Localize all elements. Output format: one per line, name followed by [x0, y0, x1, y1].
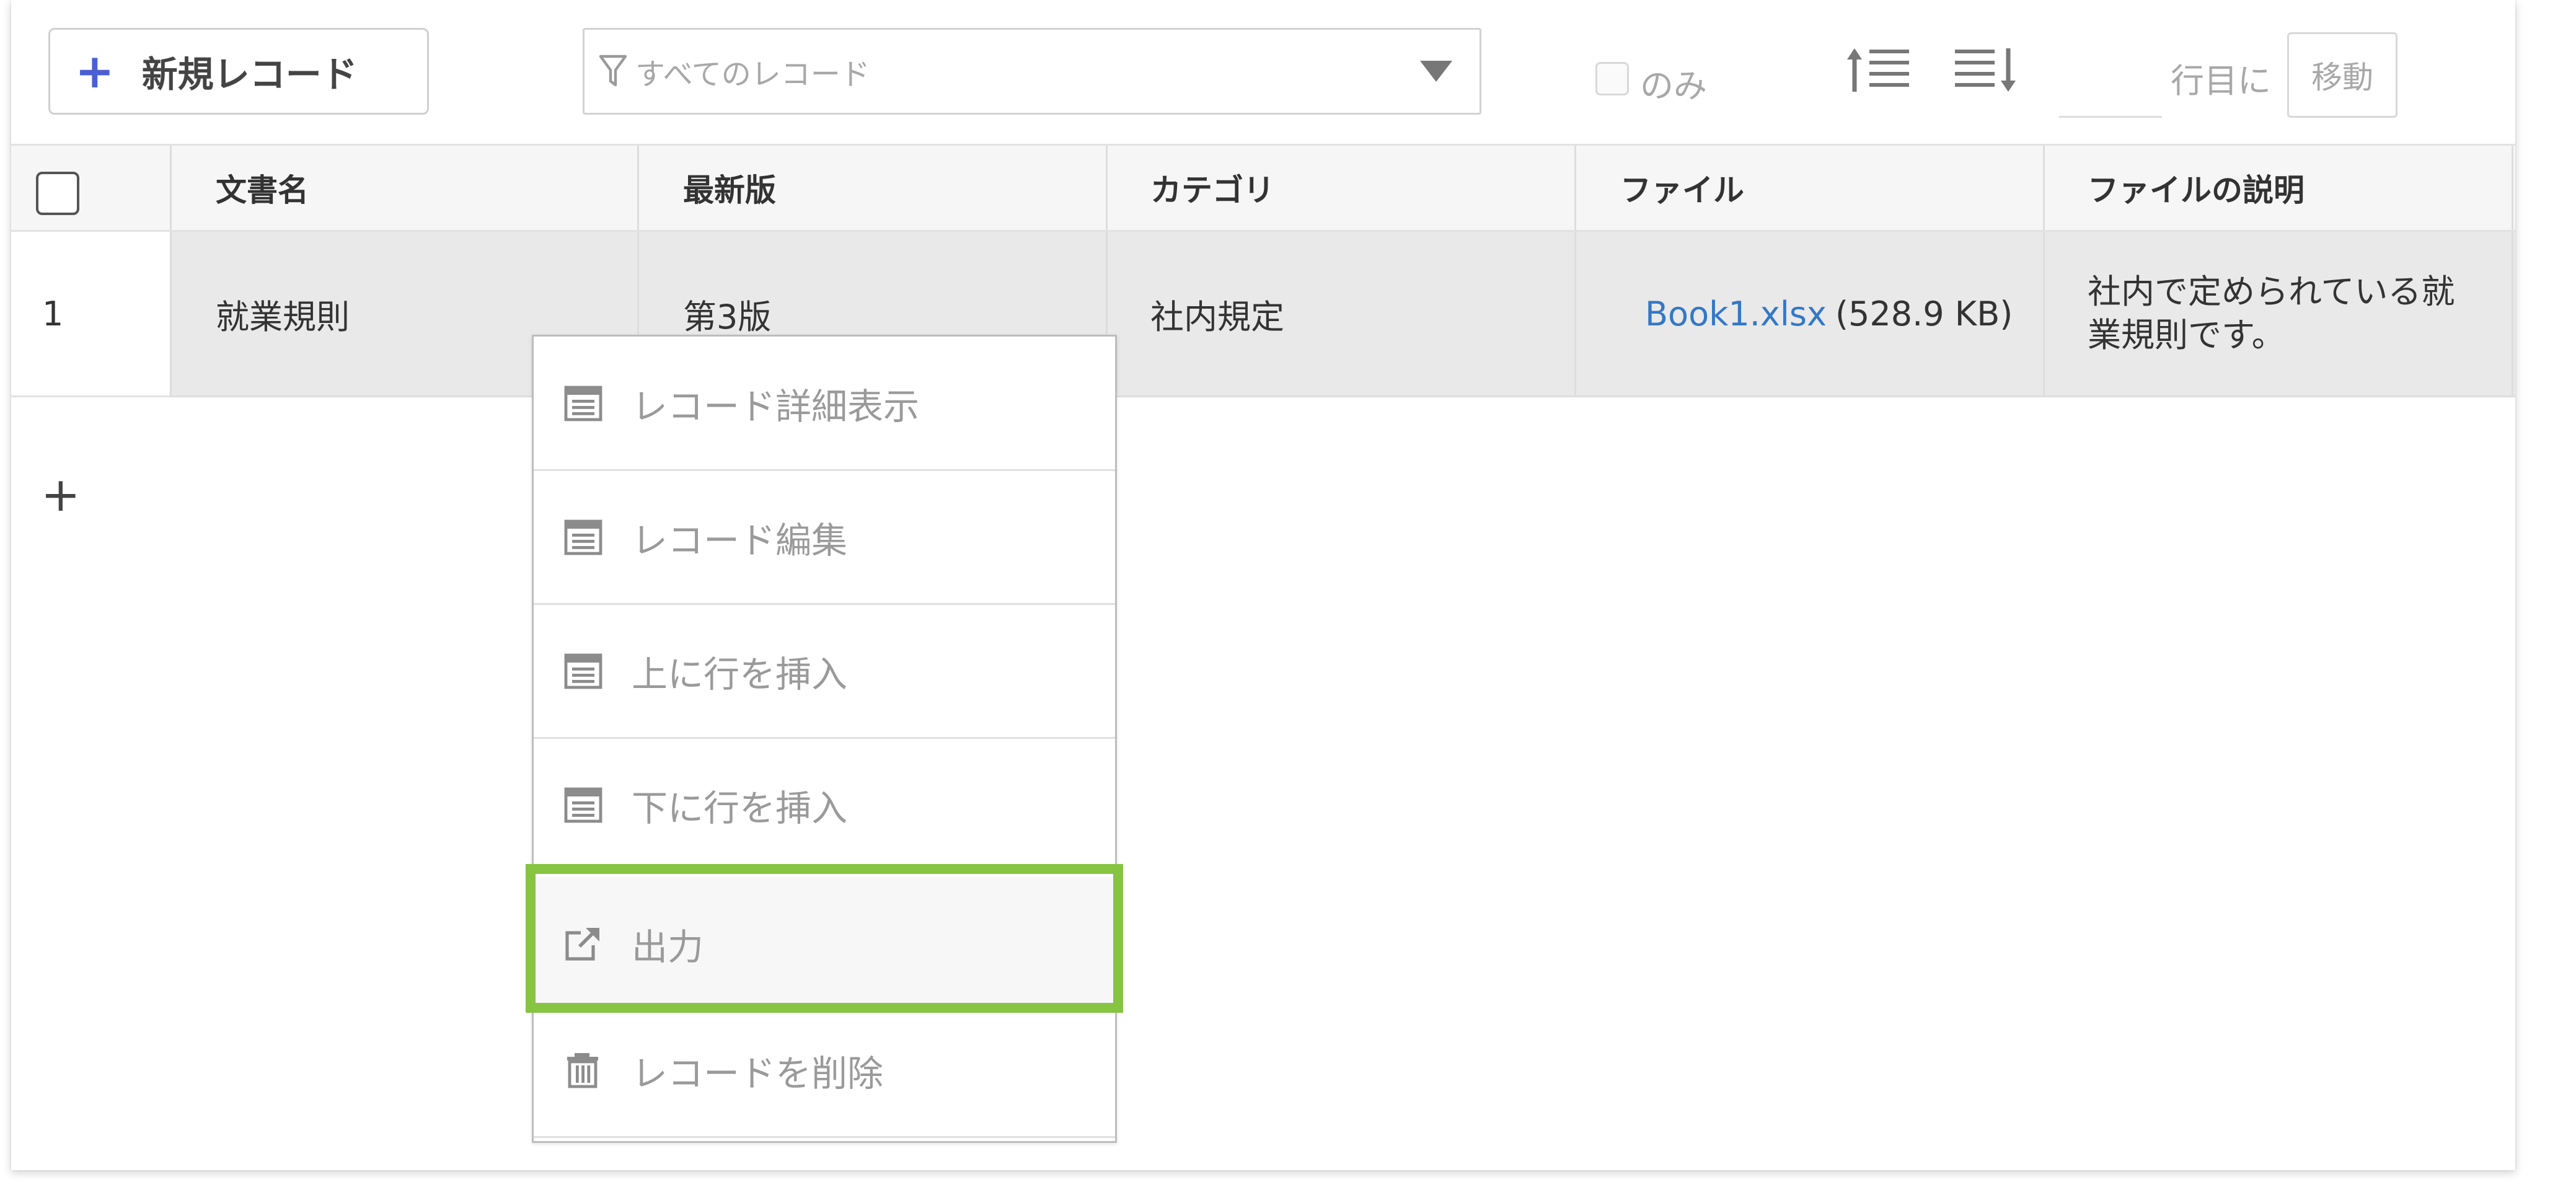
goto-button[interactable]: 移動: [2287, 32, 2397, 118]
column-separator: [1574, 146, 1576, 230]
add-row-button[interactable]: +: [41, 471, 81, 518]
app-frame: + 新規レコード すべてのレコード のみ 行目に 移動 文書名 最新版 カテゴリ…: [11, 0, 2515, 1170]
column-header-file-description[interactable]: ファイルの説明: [2088, 146, 2305, 230]
column-separator: [2512, 146, 2513, 230]
column-separator: [2512, 232, 2513, 395]
goto-row-input[interactable]: [2059, 56, 2162, 118]
export-highlight-frame: [526, 864, 1123, 1013]
select-all-checkbox[interactable]: [36, 172, 79, 215]
menu-item-record-edit[interactable]: レコード編集: [534, 470, 1115, 604]
column-header-document-name[interactable]: 文書名: [216, 146, 309, 230]
column-separator: [2043, 146, 2045, 230]
file-size: (528.9 KB): [1835, 294, 2013, 333]
form-icon: [564, 519, 602, 555]
menu-item-label: レコード詳細表示: [632, 386, 920, 428]
column-separator: [170, 146, 172, 230]
menu-item-record-detail[interactable]: レコード詳細表示: [534, 337, 1115, 470]
goto-row-suffix: 行目に: [2171, 61, 2271, 100]
filter-placeholder: すべてのレコード: [635, 57, 870, 92]
menu-separator: [534, 1136, 1115, 1138]
column-header-latest-version[interactable]: 最新版: [683, 146, 776, 230]
cell-category[interactable]: 社内規定: [1150, 232, 1284, 395]
menu-item-insert-row-above[interactable]: 上に行を挿入: [534, 604, 1115, 738]
menu-item-label: 上に行を挿入: [632, 653, 848, 695]
form-icon: [564, 787, 602, 823]
record-filter-select[interactable]: すべてのレコード: [583, 28, 1481, 115]
grid-header: 文書名 最新版 カテゴリ ファイル ファイルの説明: [11, 144, 2515, 232]
column-header-file[interactable]: ファイル: [1620, 146, 1744, 230]
chevron-down-icon: [1420, 61, 1452, 82]
column-separator: [1106, 146, 1108, 230]
row-number: 1: [42, 294, 64, 333]
column-separator: [637, 146, 639, 230]
only-checkbox[interactable]: [1595, 62, 1629, 95]
column-separator: [2043, 232, 2045, 395]
menu-item-insert-row-below[interactable]: 下に行を挿入: [534, 738, 1115, 872]
form-icon: [564, 386, 602, 421]
form-icon: [564, 653, 602, 689]
trash-icon: [567, 1053, 598, 1088]
menu-item-label: レコード編集: [632, 519, 848, 562]
cell-file-description[interactable]: 社内で定められている就 業規則です。: [2088, 232, 2497, 395]
menu-item-label: レコードを削除: [632, 1052, 884, 1095]
new-record-label: 新規レコード: [141, 53, 358, 95]
context-menu: レコード詳細表示 レコード編集 上に行を挿入 下に行を挿入 出力 レコードを削除: [532, 335, 1117, 1143]
row-number-cell: [11, 232, 170, 397]
column-header-category[interactable]: カテゴリ: [1150, 146, 1274, 230]
filter-icon: [599, 55, 627, 87]
file-description-line: 業規則です。: [2088, 315, 2285, 355]
only-label: のみ: [1640, 66, 1707, 105]
file-link[interactable]: Book1.xlsx: [1645, 294, 1827, 333]
cell-file[interactable]: Book1.xlsx (528.9 KB): [1645, 232, 2013, 395]
menu-item-label: 下に行を挿入: [632, 787, 848, 829]
file-description-line: 社内で定められている就: [2088, 272, 2455, 311]
menu-item-delete-record[interactable]: レコードを削除: [534, 1003, 1115, 1137]
new-record-button[interactable]: + 新規レコード: [48, 28, 429, 115]
sort-ascending-icon[interactable]: [1845, 45, 1913, 94]
table-row[interactable]: 1 就業規則 第3版 社内規定 Book1.xlsx (528.9 KB) 社内…: [11, 232, 2515, 397]
column-separator: [170, 232, 172, 395]
cell-document-name[interactable]: 就業規則: [216, 232, 350, 395]
column-separator: [1574, 232, 1576, 395]
plus-icon: +: [75, 43, 115, 99]
sort-descending-icon[interactable]: [1952, 45, 2021, 94]
